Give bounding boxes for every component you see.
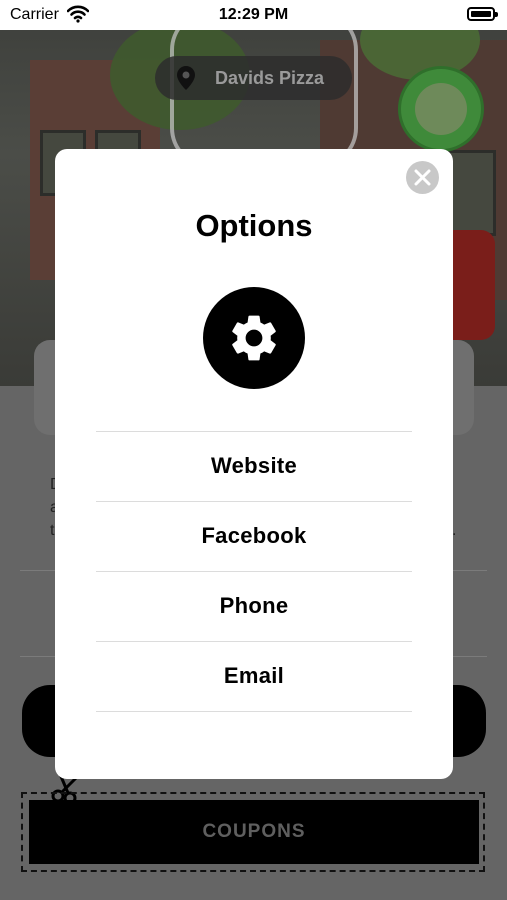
restaurant-logo <box>398 66 484 152</box>
close-icon <box>414 169 431 186</box>
coupons-button[interactable]: COUPONS <box>29 800 479 864</box>
modal-title: Options <box>195 208 313 243</box>
location-label: Davids Pizza <box>215 67 325 88</box>
battery-icon <box>467 7 498 21</box>
location-pin-icon <box>175 65 197 91</box>
close-button[interactable] <box>406 161 439 194</box>
settings-badge <box>203 287 305 389</box>
gear-icon <box>232 315 276 361</box>
option-website[interactable]: Website <box>96 432 412 500</box>
coupons-label: COUPONS <box>202 821 306 842</box>
location-pill[interactable]: Davids Pizza <box>155 56 352 100</box>
option-divider <box>96 711 412 712</box>
option-facebook[interactable]: Facebook <box>96 502 412 570</box>
description-text: t <box>50 522 55 539</box>
clock: 12:29 PM <box>218 6 289 23</box>
option-phone[interactable]: Phone <box>96 572 412 640</box>
option-email[interactable]: Email <box>96 642 412 710</box>
status-bar: Carrier 12:29 PM <box>0 0 507 30</box>
